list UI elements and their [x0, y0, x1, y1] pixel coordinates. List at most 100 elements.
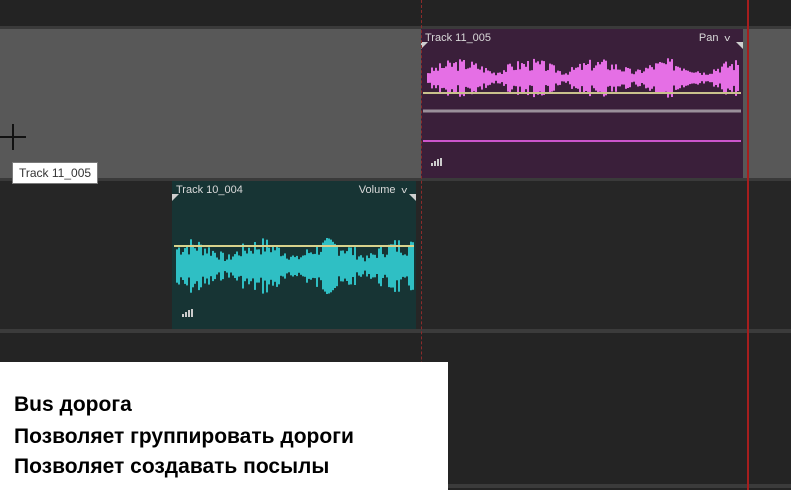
waveform-display [174, 238, 414, 294]
waveform-sample [194, 248, 196, 284]
waveform-sample [491, 73, 493, 83]
audio-clip[interactable]: Track 10_004 Volume v [172, 181, 416, 329]
waveform-sample [499, 72, 501, 84]
waveform-sample [507, 64, 509, 92]
waveform-sample [515, 69, 517, 87]
waveform-sample [350, 247, 352, 285]
waveform-sample [689, 71, 691, 85]
waveform-sample [242, 243, 244, 289]
waveform-sample [368, 258, 370, 274]
waveform-sample [589, 59, 591, 97]
waveform-sample [362, 257, 364, 275]
waveform-sample [661, 62, 663, 94]
waveform-sample [274, 250, 276, 282]
waveform-sample [495, 75, 497, 81]
waveform-sample [613, 69, 615, 87]
waveform-sample [332, 241, 334, 291]
waveform-sample [330, 239, 332, 293]
waveform-sample [651, 67, 653, 89]
waveform-sample [493, 72, 495, 84]
waveform-sample [487, 70, 489, 86]
waveform-sample [557, 70, 559, 86]
waveform-sample [302, 255, 304, 277]
waveform-sample [198, 241, 200, 291]
waveform-sample [180, 254, 182, 278]
waveform-sample [725, 61, 727, 95]
waveform-sample [288, 259, 290, 273]
waveform-sample [731, 64, 733, 92]
waveform-sample [693, 72, 695, 84]
waveform-sample [475, 63, 477, 93]
waveform-sample [336, 245, 338, 287]
waveform-sample [617, 69, 619, 87]
waveform-sample [402, 255, 404, 277]
waveform-sample [559, 71, 561, 85]
waveform-sample [372, 254, 374, 278]
waveform-sample [344, 253, 346, 279]
waveform-sample [537, 61, 539, 95]
waveform-sample [250, 250, 252, 282]
waveform-sample [433, 70, 435, 86]
waveform-sample [206, 253, 208, 279]
waveform-sample [290, 256, 292, 276]
waveform-sample [435, 67, 437, 89]
waveform-sample [615, 64, 617, 92]
waveform-sample [322, 242, 324, 290]
waveform-sample [334, 243, 336, 288]
waveform-sample [535, 62, 537, 94]
waveform-sample [284, 253, 286, 279]
waveform-sample [276, 245, 278, 287]
waveform-sample [609, 70, 611, 86]
waveform-sample [587, 64, 589, 92]
waveform-sample [366, 255, 368, 277]
waveform-sample [705, 74, 707, 82]
waveform-sample [697, 71, 699, 85]
waveform-sample [695, 72, 697, 84]
waveform-sample [270, 252, 272, 280]
waveform-sample [683, 68, 685, 88]
waveform-sample [485, 68, 487, 88]
waveform-sample [364, 261, 366, 271]
waveform-sample [701, 74, 703, 82]
waveform-sample [230, 259, 232, 273]
waveform-sample [354, 247, 356, 285]
caption-title: Bus дорога [14, 393, 132, 416]
waveform-sample [234, 254, 236, 278]
waveform-sample [214, 252, 216, 280]
waveform-sample [621, 71, 623, 85]
waveform-sample [659, 62, 661, 94]
waveform-sample [591, 70, 593, 86]
waveform-sample [186, 246, 188, 286]
waveform-sample [439, 63, 441, 93]
waveform-sample [691, 72, 693, 84]
waveform-sample [563, 74, 565, 82]
waveform-sample [346, 251, 348, 281]
waveform-sample [220, 251, 222, 281]
waveform-sample [176, 249, 178, 283]
waveform-sample [649, 65, 651, 91]
waveform-display [423, 58, 741, 142]
waveform-sample [376, 257, 378, 274]
waveform-sample [703, 72, 705, 84]
waveform-sample [513, 70, 515, 86]
waveform-sample [390, 244, 392, 288]
waveform-sample [358, 256, 360, 276]
waveform-sample [469, 67, 471, 89]
waveform-sample [410, 241, 412, 291]
caption-line: Позволяет создавать посылы [14, 455, 330, 478]
audio-clip[interactable]: Track 11_005 Pan v [421, 29, 743, 178]
waveform-sample [719, 72, 721, 84]
waveform-sample [519, 69, 521, 87]
waveform [427, 58, 739, 98]
playhead[interactable] [747, 0, 749, 490]
crosshair-cursor-icon [0, 124, 26, 150]
waveform-sample [264, 251, 266, 281]
waveform-sample [443, 68, 445, 88]
waveform-sample [637, 69, 639, 87]
waveform-sample [525, 66, 527, 90]
tooltip: Track 11_005 [12, 162, 99, 184]
waveform-sample [579, 63, 581, 92]
waveform-sample [673, 70, 675, 86]
waveform-sample [348, 247, 350, 285]
waveform-sample [338, 255, 340, 277]
